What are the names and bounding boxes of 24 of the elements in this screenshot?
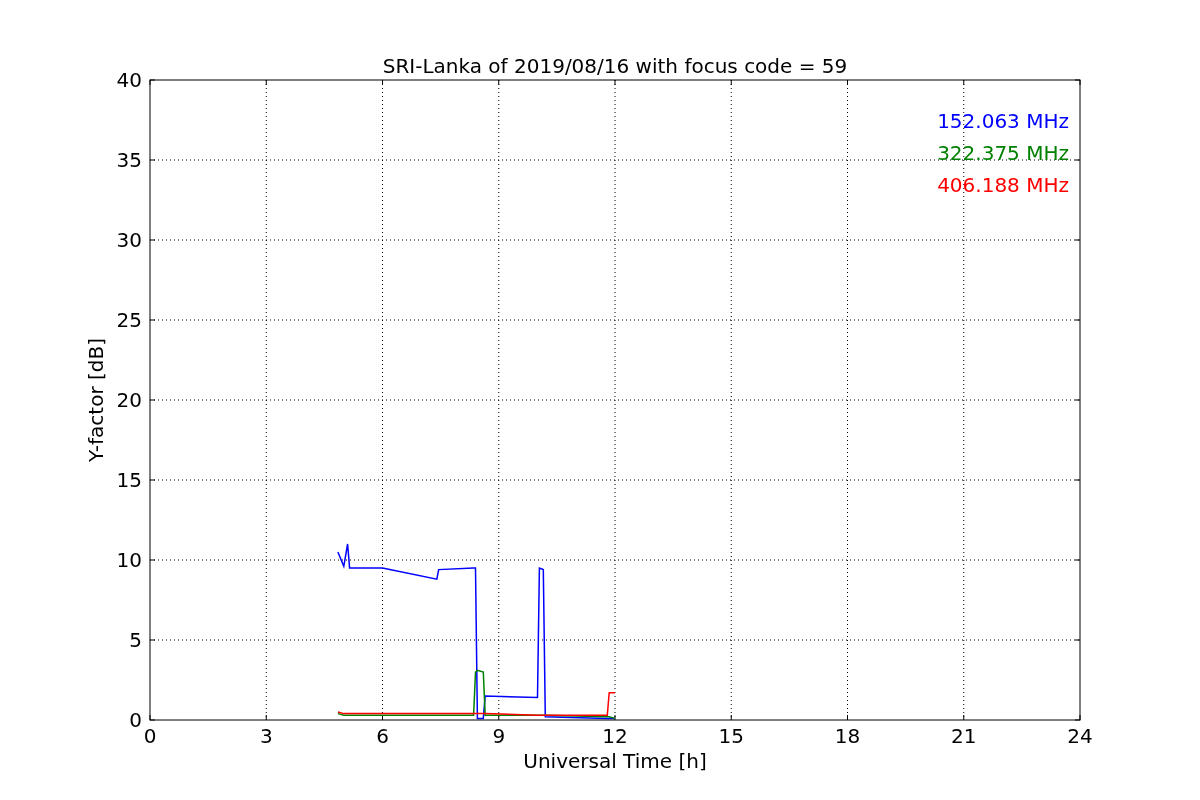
- y-tick-label: 5: [129, 628, 142, 652]
- x-tick-label: 24: [1067, 724, 1093, 748]
- chart-title: SRI-Lanka of 2019/08/16 with focus code = 59: [382, 54, 848, 78]
- y-tick-label: 30: [116, 228, 142, 252]
- x-tick-label: 21: [951, 724, 977, 748]
- y-tick-label: 35: [116, 148, 142, 172]
- y-tick-label: 10: [116, 548, 142, 572]
- x-axis-label: Universal Time [h]: [523, 749, 707, 773]
- x-tick-label: 12: [602, 724, 628, 748]
- x-tick-label: 15: [718, 724, 744, 748]
- x-tick-label: 3: [259, 724, 273, 748]
- y-axis-label: Y-factor [dB]: [84, 338, 108, 462]
- x-tick-label: 9: [492, 724, 506, 748]
- y-tick-label: 15: [116, 468, 142, 492]
- y-tick-label: 25: [116, 308, 142, 332]
- legend-label: 152.063 MHz: [937, 109, 1069, 133]
- legend-label: 322.375 MHz: [937, 141, 1069, 165]
- legend-label: 406.188 MHz: [937, 173, 1069, 197]
- x-tick-label: 18: [834, 724, 861, 748]
- x-tick-label: 6: [376, 724, 389, 748]
- x-tick-label: 0: [143, 724, 157, 748]
- y-tick-label: 20: [116, 388, 142, 412]
- y-tick-label: 40: [116, 68, 142, 92]
- y-tick-label: 0: [129, 708, 142, 732]
